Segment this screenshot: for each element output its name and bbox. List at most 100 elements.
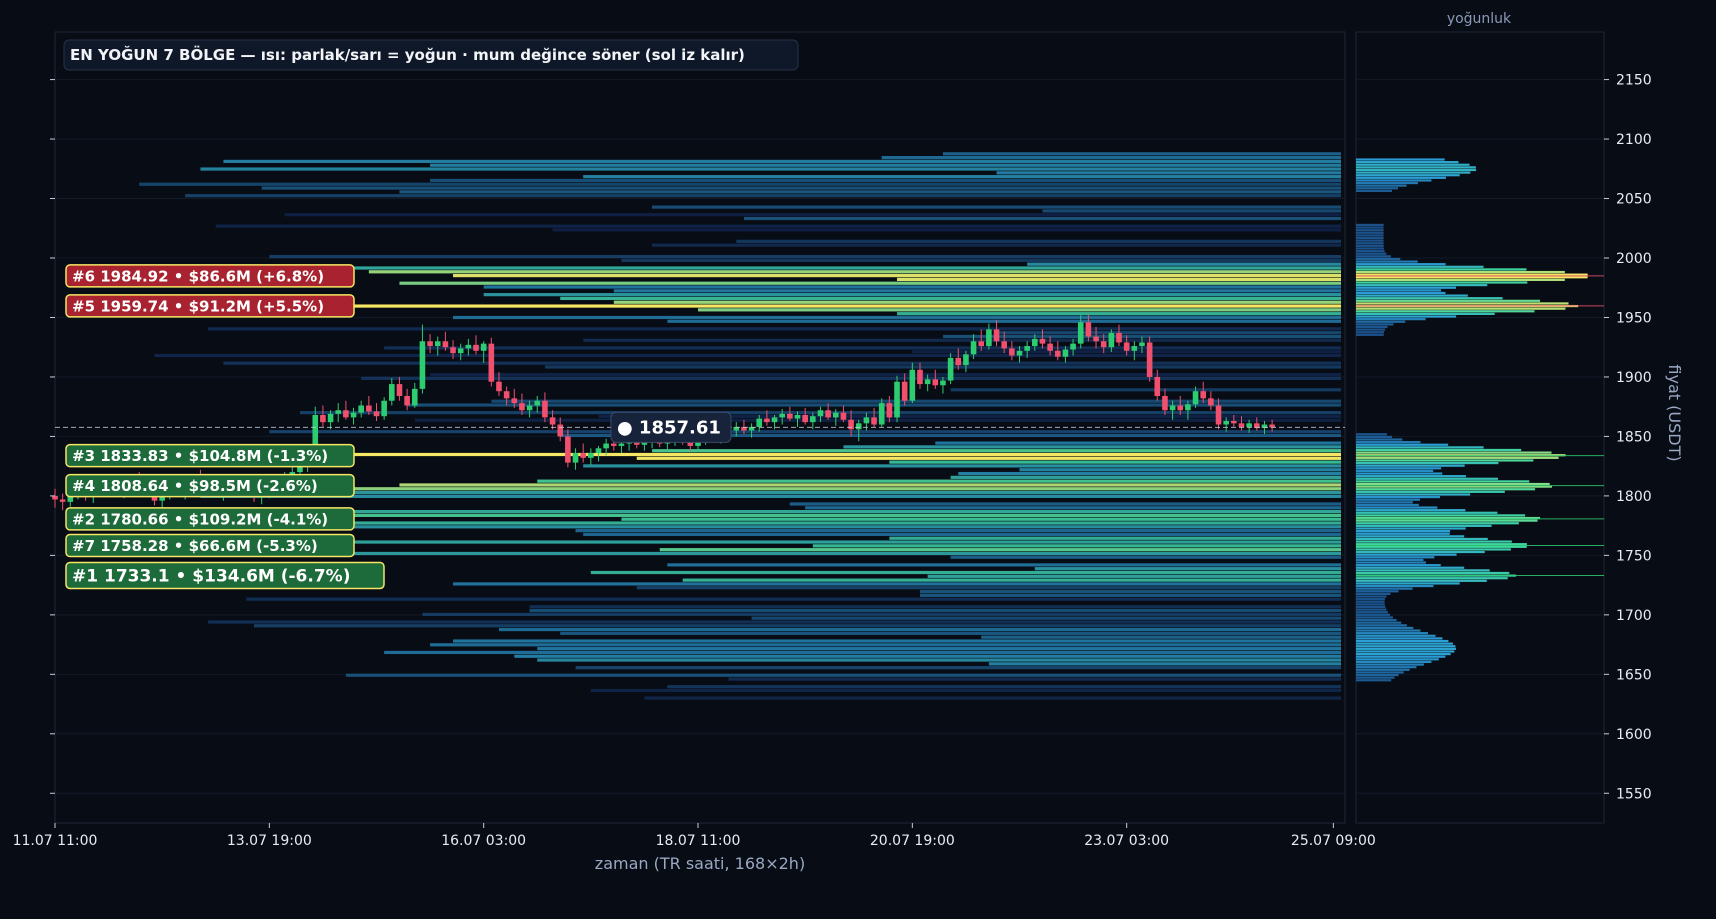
candle-body [366, 405, 372, 412]
heat-band [208, 620, 1342, 624]
profile-bar [1356, 184, 1407, 187]
candle-body [978, 341, 985, 347]
candle-body [511, 398, 518, 404]
heat-band [215, 224, 1341, 228]
x-tick-label: 11.07 11:00 [13, 833, 98, 849]
profile-bar [1356, 477, 1499, 480]
profile-bar [1356, 668, 1410, 671]
heat-band [544, 365, 1341, 369]
profile-bar [1356, 448, 1522, 452]
profile-plot-area [1355, 31, 1605, 824]
profile-bar [1356, 503, 1419, 507]
heat-band [812, 544, 1341, 548]
profile-bar [1356, 250, 1385, 253]
y-tick-label: 1650 [1616, 667, 1652, 683]
candle-body [1085, 322, 1092, 337]
candle-body [1146, 342, 1153, 377]
profile-bar [1356, 577, 1508, 580]
heat-band [789, 502, 1341, 506]
heat-band [345, 673, 1341, 677]
candle-body [940, 380, 946, 386]
candle-body [909, 369, 916, 401]
profile-bar [1356, 179, 1432, 182]
profile-bar [1356, 671, 1404, 674]
profile-bar [1356, 187, 1398, 190]
profile-bar [1356, 605, 1386, 609]
candle-body [1009, 348, 1015, 356]
chart-svg: ● 1857.61 #6 1984.92 • $86.6M (+6.8%) #5 … [0, 0, 1716, 915]
candle-body [863, 417, 870, 424]
candle-body [1054, 350, 1061, 357]
profile-bar [1356, 632, 1428, 635]
candle-body [526, 405, 533, 411]
heat-band [652, 449, 1341, 453]
heat-band [269, 254, 1341, 259]
candle-body [404, 395, 410, 406]
heat-band [453, 274, 1341, 278]
candle-body [840, 412, 847, 420]
candle-body [618, 443, 625, 446]
profile-bar [1356, 621, 1402, 624]
chart-figure: ● 1857.61 #6 1984.92 • $86.6M (+6.8%) #5 … [0, 0, 1716, 915]
profile-bar [1356, 501, 1413, 504]
heat-band [621, 517, 1341, 521]
heat-band [988, 662, 1341, 666]
candle-body [1093, 336, 1099, 342]
profile-bar [1356, 281, 1528, 284]
profile-bar [1356, 540, 1512, 543]
profile-bar [1356, 161, 1459, 164]
profile-bar [1356, 310, 1535, 313]
profile-bar [1356, 558, 1424, 561]
heat-band [223, 159, 1341, 164]
profile-bar [1356, 435, 1393, 438]
heat-band [399, 190, 1341, 194]
profile-bar [1356, 509, 1466, 512]
heat-band [1034, 567, 1341, 571]
profile-bar [1356, 291, 1446, 295]
heat-band [889, 460, 1341, 464]
title-box: EN YOĞUN 7 BÖLGE — ısı: parlak/sarı = yo… [63, 39, 799, 71]
zone-label-6: #6 1984.92 • $86.6M (+6.8%) [65, 264, 355, 288]
candle-body [817, 410, 824, 417]
candle-body [1177, 405, 1184, 411]
profile-bar [1356, 325, 1388, 329]
heat-band [981, 635, 1341, 639]
profile-bar [1356, 511, 1498, 514]
profile-bar [1356, 318, 1426, 321]
candle-body [1192, 391, 1199, 405]
y-tick-label: 1850 [1616, 429, 1652, 445]
profile-bar [1356, 556, 1435, 559]
candle-body [1223, 420, 1229, 425]
heat-band [1042, 209, 1341, 213]
heat-band [583, 532, 1341, 537]
candle-body [59, 499, 66, 502]
profile-bar [1356, 527, 1466, 530]
candle-body [810, 416, 816, 423]
heat-band [361, 376, 1341, 380]
candle-body [465, 344, 472, 349]
candle-body [396, 384, 403, 396]
heat-band [652, 243, 1341, 247]
profile-bar [1356, 265, 1484, 268]
profile-bar [1356, 579, 1487, 582]
profile-bar [1356, 459, 1534, 462]
candle-body [603, 443, 609, 449]
candle-body [802, 415, 808, 423]
profile-bar [1356, 611, 1388, 614]
candle-body [779, 413, 786, 418]
candle-body [947, 357, 954, 381]
profile-bar [1356, 519, 1538, 522]
heat-band [384, 650, 1341, 655]
heat-band [996, 331, 1341, 335]
profile-bar [1356, 315, 1457, 318]
profile-bar [1356, 584, 1434, 588]
heat-band [560, 631, 1341, 635]
zone-label-4: #4 1808.64 • $98.5M (-2.6%) [65, 473, 355, 498]
heat-band [935, 441, 1341, 445]
profile-bar [1356, 480, 1530, 483]
profile-bar [1356, 270, 1565, 274]
profile-bar [1356, 550, 1485, 554]
candle-body [993, 329, 1000, 342]
candle-body [1024, 346, 1030, 351]
candle-body [450, 347, 456, 354]
